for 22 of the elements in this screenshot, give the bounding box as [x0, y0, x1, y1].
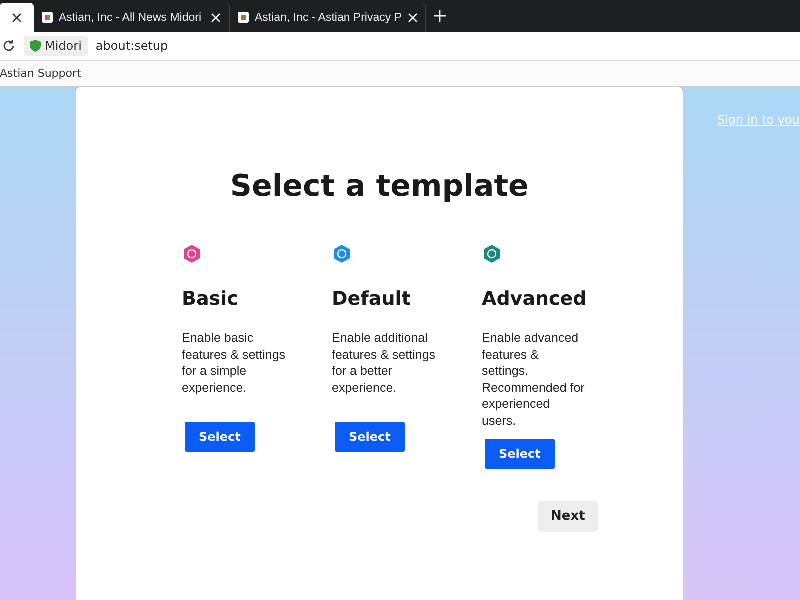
page-title: Select a template	[230, 169, 529, 204]
template-name: Basic	[182, 288, 238, 310]
next-button[interactable]: Next	[538, 501, 598, 532]
select-button[interactable]: Select	[335, 422, 405, 452]
bookmark-link[interactable]: Astian Support	[0, 67, 82, 80]
select-button[interactable]: Select	[485, 439, 555, 469]
template-name: Default	[332, 288, 411, 310]
favicon-icon	[42, 12, 53, 23]
reload-icon[interactable]	[2, 39, 16, 53]
template-description: Enable basic features & settings for a simple experience.	[182, 330, 286, 397]
browser-tab[interactable]	[0, 3, 34, 32]
tab-title: Astian, Inc - Astian Privacy P	[255, 12, 402, 24]
template-name: Advanced	[482, 288, 587, 310]
favicon-icon	[238, 12, 249, 23]
shield-icon	[30, 40, 41, 52]
select-button[interactable]: Select	[185, 422, 255, 452]
tab-title: Astian, Inc - All News Midori	[59, 12, 203, 24]
close-icon[interactable]	[12, 12, 22, 22]
site-identity-chip[interactable]: Midori	[24, 36, 88, 56]
address-field[interactable]: about:setup	[96, 39, 168, 53]
template-description: Enable additional features & settings for a better experience.	[332, 330, 436, 397]
template-description: Enable advanced features & settings. Recommended for experienced users.	[482, 330, 586, 429]
